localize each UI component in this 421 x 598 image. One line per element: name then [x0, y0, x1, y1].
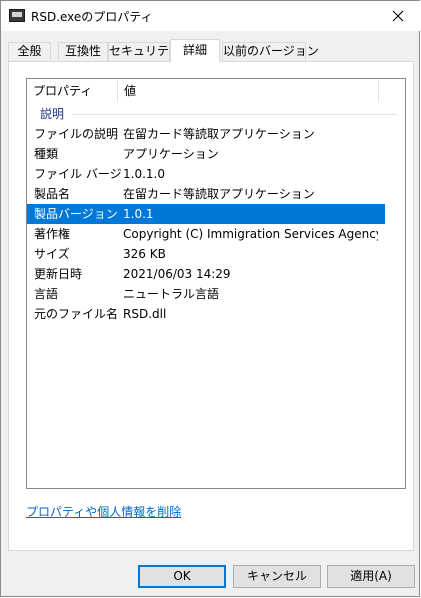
close-button[interactable]: [376, 1, 420, 31]
list-item[interactable]: ファイル バージョン 1.0.1.0: [27, 164, 405, 184]
tab-security[interactable]: セキュリティ: [108, 42, 180, 61]
list-item[interactable]: 種類 アプリケーション: [27, 144, 405, 164]
list-header: プロパティ 値: [27, 79, 405, 103]
details-panel: プロパティ 値 説明 ファイルの説明 在留カード等読取アプリケーション 種類 ア…: [8, 61, 414, 551]
property-value: Copyright (C) Immigration Services Agenc…: [123, 227, 378, 241]
property-value: 1.0.1: [123, 207, 154, 221]
property-value: 1.0.1.0: [123, 167, 165, 181]
tab-compatibility[interactable]: 互換性: [58, 42, 108, 61]
property-name: ファイルの説明: [34, 127, 119, 141]
property-value: RSD.dll: [123, 307, 167, 321]
property-name: 種類: [34, 147, 59, 161]
tab-previous-versions[interactable]: 以前のバージョン: [222, 42, 319, 61]
apply-button[interactable]: 適用(A): [327, 565, 415, 588]
property-name: 更新日時: [34, 267, 83, 281]
property-value: ニュートラル言語: [123, 287, 220, 301]
group-divider: [72, 114, 397, 115]
column-separator[interactable]: [378, 80, 379, 102]
list-item[interactable]: 元のファイル名 RSD.dll: [27, 304, 405, 324]
cancel-button[interactable]: キャンセル: [233, 565, 321, 588]
property-value: 2021/06/03 14:29: [123, 267, 231, 281]
list-item[interactable]: サイズ 326 KB: [27, 244, 405, 264]
list-item[interactable]: 著作権 Copyright (C) Immigration Services A…: [27, 224, 405, 244]
property-value: 在留カード等読取アプリケーション: [123, 187, 315, 201]
group-label: 説明: [40, 107, 65, 121]
property-name: 製品名: [34, 187, 71, 201]
window-title: RSD.exeのプロパティ: [31, 10, 153, 24]
properties-window: RSD.exeのプロパティ 全般 互換性 セキュリティ 詳細 以前のバージョン …: [0, 0, 420, 597]
list-item[interactable]: 更新日時 2021/06/03 14:29: [27, 264, 405, 284]
ok-button[interactable]: OK: [138, 565, 226, 588]
property-name: サイズ: [34, 247, 70, 261]
tab-bar: 全般 互換性 セキュリティ 詳細 以前のバージョン: [8, 39, 413, 62]
property-name: 元のファイル名: [34, 307, 119, 321]
close-icon: [392, 10, 404, 22]
column-header-property[interactable]: プロパティ: [27, 79, 117, 103]
property-value: 326 KB: [123, 247, 166, 261]
property-value: アプリケーション: [123, 147, 219, 161]
group-header-description: 説明: [27, 105, 405, 123]
column-header-value[interactable]: 値: [118, 79, 378, 103]
property-name: 言語: [34, 287, 59, 301]
title-bar: RSD.exeのプロパティ: [1, 1, 420, 31]
list-item[interactable]: 製品名 在留カード等読取アプリケーション: [27, 184, 405, 204]
list-item[interactable]: ファイルの説明 在留カード等読取アプリケーション: [27, 124, 405, 144]
property-value: 在留カード等読取アプリケーション: [123, 127, 315, 141]
tab-details[interactable]: 詳細: [170, 39, 220, 62]
remove-properties-link[interactable]: プロパティや個人情報を削除: [26, 503, 181, 520]
app-icon: [9, 9, 25, 22]
property-name: ファイル バージョン: [34, 167, 124, 181]
property-name: 製品バージョン: [34, 207, 118, 221]
list-item-selected[interactable]: 製品バージョン 1.0.1: [27, 204, 385, 224]
list-item[interactable]: 言語 ニュートラル言語: [27, 284, 405, 304]
tab-general[interactable]: 全般: [8, 42, 51, 61]
properties-list[interactable]: プロパティ 値 説明 ファイルの説明 在留カード等読取アプリケーション 種類 ア…: [26, 78, 406, 489]
property-name: 著作権: [34, 227, 71, 241]
